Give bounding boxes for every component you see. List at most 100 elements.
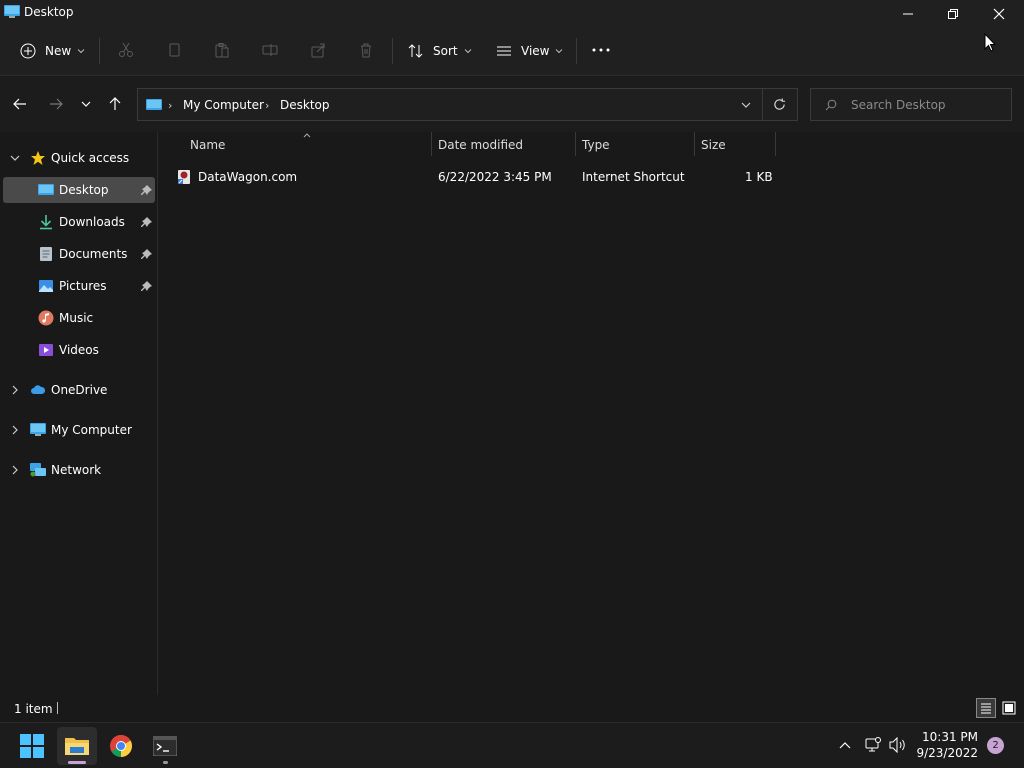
active-indicator xyxy=(68,761,86,764)
sort-label: Sort xyxy=(433,44,458,58)
nav-label: Pictures xyxy=(59,279,107,293)
music-icon xyxy=(38,310,54,326)
star-icon xyxy=(31,151,45,165)
nav-label: Downloads xyxy=(59,215,125,229)
new-button[interactable]: New xyxy=(20,38,85,64)
windows-logo-icon xyxy=(20,734,44,758)
table-row[interactable]: DataWagon.com 6/22/2022 3:45 PM Internet… xyxy=(159,132,779,192)
nav-item-music[interactable]: Music xyxy=(3,305,155,331)
breadcrumb-separator: › xyxy=(168,99,173,112)
nav-item-downloads[interactable]: Downloads xyxy=(3,209,155,235)
plus-circle-icon xyxy=(20,43,36,59)
nav-quick-access[interactable]: Quick access xyxy=(3,145,155,171)
system-clock[interactable]: 10:31 PM 9/23/2022 xyxy=(916,729,978,761)
navigation-pane: Quick access Desktop Downloads Documents xyxy=(0,132,158,695)
file-list: Name Date modified Type Size DataWagon.c… xyxy=(159,132,1024,695)
restore-button[interactable] xyxy=(930,0,976,28)
chevron-down-icon[interactable] xyxy=(741,100,751,110)
volume-icon[interactable] xyxy=(889,737,907,753)
videos-icon xyxy=(39,344,53,356)
minimize-button[interactable] xyxy=(885,0,931,28)
nav-item-network[interactable]: Network xyxy=(3,457,155,483)
file-type: Internet Shortcut xyxy=(582,170,685,184)
details-view-button[interactable] xyxy=(976,698,996,718)
search-placeholder: Search Desktop xyxy=(851,98,946,112)
forward-button[interactable] xyxy=(44,93,68,115)
arrow-left-icon xyxy=(13,98,26,110)
separator xyxy=(762,89,763,120)
share-button[interactable] xyxy=(308,40,328,60)
cut-button[interactable] xyxy=(116,40,136,60)
chevron-down-icon[interactable] xyxy=(9,152,21,164)
nav-item-desktop[interactable]: Desktop xyxy=(3,177,155,203)
rename-button[interactable] xyxy=(260,40,280,60)
chevron-down-icon xyxy=(556,49,563,54)
network-status-icon[interactable] xyxy=(865,737,881,753)
large-icons-view-icon xyxy=(1002,701,1016,715)
file-name: DataWagon.com xyxy=(198,170,298,184)
view-label: View xyxy=(521,44,550,58)
copy-button[interactable] xyxy=(164,40,184,60)
sort-icon xyxy=(408,44,423,58)
documents-icon xyxy=(40,247,52,261)
breadcrumb-desktop[interactable]: Desktop xyxy=(280,98,330,112)
refresh-icon[interactable] xyxy=(773,98,786,111)
new-label: New xyxy=(45,44,72,58)
chevron-right-icon[interactable] xyxy=(9,464,21,476)
taskbar-file-explorer[interactable] xyxy=(57,727,97,765)
desktop-icon xyxy=(146,99,162,110)
view-list-icon xyxy=(497,46,511,56)
share-icon xyxy=(311,43,325,58)
nav-item-pictures[interactable]: Pictures xyxy=(3,273,155,299)
minimize-icon xyxy=(903,13,913,15)
nav-item-onedrive[interactable]: OneDrive xyxy=(3,377,155,403)
breadcrumb-separator: › xyxy=(265,99,270,112)
recent-locations-button[interactable] xyxy=(74,93,98,115)
breadcrumb-my-computer[interactable]: My Computer xyxy=(183,98,264,112)
nav-label: Network xyxy=(51,463,102,477)
search-icon xyxy=(825,99,837,111)
start-button[interactable] xyxy=(12,727,52,765)
pictures-icon xyxy=(39,280,53,292)
arrow-right-icon xyxy=(50,98,63,110)
view-button[interactable]: View xyxy=(496,38,563,64)
notification-badge[interactable]: 2 xyxy=(987,737,1004,754)
chevron-down-icon xyxy=(81,101,91,107)
nav-item-my-computer[interactable]: My Computer xyxy=(3,417,155,443)
file-size: 1 KB xyxy=(745,170,773,184)
paste-button[interactable] xyxy=(212,40,232,60)
file-date: 6/22/2022 3:45 PM xyxy=(438,170,552,184)
running-indicator xyxy=(163,761,168,764)
address-bar[interactable]: › My Computer › Desktop xyxy=(137,88,798,121)
nav-item-videos[interactable]: Videos xyxy=(3,337,155,363)
nav-label: Desktop xyxy=(59,183,109,197)
back-button[interactable] xyxy=(8,93,32,115)
arrow-up-icon xyxy=(109,97,121,110)
clock-time: 10:31 PM xyxy=(922,730,978,744)
desktop-folder-icon xyxy=(4,5,20,18)
terminal-icon xyxy=(153,736,177,756)
downloads-icon xyxy=(40,215,52,230)
close-button[interactable] xyxy=(976,0,1022,28)
delete-button[interactable] xyxy=(356,40,376,60)
command-bar: New Sort View xyxy=(0,26,1024,76)
nav-label: Documents xyxy=(59,247,128,261)
large-icons-view-button[interactable] xyxy=(999,698,1019,718)
paste-icon xyxy=(215,43,229,58)
up-button[interactable] xyxy=(103,93,127,115)
rename-icon xyxy=(262,44,278,56)
taskbar-terminal[interactable] xyxy=(145,727,185,765)
more-options-button[interactable] xyxy=(591,40,611,60)
sort-button[interactable]: Sort xyxy=(408,38,472,64)
copy-icon xyxy=(169,43,180,57)
chevron-down-icon xyxy=(464,49,471,54)
taskbar-chrome[interactable] xyxy=(101,727,141,765)
search-input[interactable]: Search Desktop xyxy=(810,88,1012,121)
more-horizontal-icon xyxy=(592,48,610,52)
chevron-right-icon[interactable] xyxy=(9,424,21,436)
chevron-up-icon[interactable] xyxy=(839,740,851,750)
chevron-right-icon[interactable] xyxy=(9,384,21,396)
pin-icon xyxy=(141,281,152,291)
separator xyxy=(576,38,577,64)
nav-item-documents[interactable]: Documents xyxy=(3,241,155,267)
